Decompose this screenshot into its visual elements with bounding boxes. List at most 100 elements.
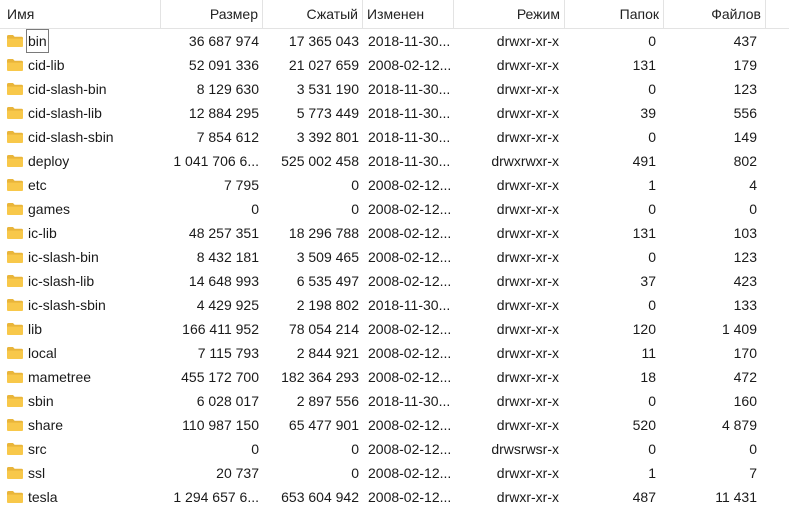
file-file-count: 11 431 (715, 489, 757, 505)
file-compressed-size: 3 531 190 (296, 81, 359, 97)
file-name-cell[interactable]: cid-slash-bin (0, 77, 161, 101)
file-mode: drwxr-xr-x (496, 417, 559, 433)
file-name-cell[interactable]: src (0, 437, 161, 461)
file-name-cell[interactable]: ic-lib (0, 221, 161, 245)
file-name: mametree (28, 369, 92, 385)
file-name-cell[interactable]: deploy (0, 149, 161, 173)
column-header-modified[interactable]: Изменен (363, 0, 454, 28)
table-row[interactable]: tesla 1 294 657 6... 653 604 942 2008-02-12… (0, 485, 789, 509)
file-folder-count: 131 (632, 225, 656, 241)
file-size: 8 432 181 (196, 249, 259, 265)
folder-icon (7, 59, 23, 71)
folder-icon (7, 491, 23, 503)
file-compressed-size: 5 773 449 (296, 105, 359, 121)
file-folder-count: 0 (648, 297, 656, 313)
file-mode: drwxr-xr-x (496, 177, 559, 193)
file-modified: 2008-02-12... (368, 417, 452, 433)
column-header-mode[interactable]: Режим (454, 0, 565, 28)
file-folder-count: 0 (648, 249, 656, 265)
column-header-name[interactable]: Имя (0, 0, 161, 28)
file-name-cell[interactable]: games (0, 197, 161, 221)
file-file-count: 802 (733, 153, 757, 169)
table-row[interactable]: cid-slash-sbin 7 854 612 3 392 801 2018-11-… (0, 125, 789, 149)
file-name-cell[interactable]: ic-slash-lib (0, 269, 161, 293)
file-file-count: 179 (733, 57, 757, 73)
table-row[interactable]: ic-lib 48 257 351 18 296 788 2008-02-12... d… (0, 221, 789, 245)
folder-icon (7, 371, 23, 383)
file-compressed-size: 2 897 556 (296, 393, 359, 409)
file-file-count: 556 (733, 105, 757, 121)
file-mode: drwxr-xr-x (496, 273, 559, 289)
file-compressed-size: 2 198 802 (296, 297, 359, 313)
table-row[interactable]: lib 166 411 952 78 054 214 2008-02-12... drw… (0, 317, 789, 341)
file-modified: 2018-11-30... (368, 129, 451, 145)
file-name-cell[interactable]: ssl (0, 461, 161, 485)
file-compressed-size: 0 (351, 441, 359, 457)
file-modified: 2018-11-30... (368, 33, 451, 49)
file-modified: 2008-02-12... (368, 465, 452, 481)
table-row[interactable]: etc 7 795 0 2008-02-12... drwxr-xr-x 1 4 (0, 173, 789, 197)
column-header-files[interactable]: Файлов (664, 0, 766, 28)
table-row[interactable]: ic-slash-sbin 4 429 925 2 198 802 2018-11-3… (0, 293, 789, 317)
table-row[interactable]: local 7 115 793 2 844 921 2008-02-12... drwx… (0, 341, 789, 365)
column-header-compressed[interactable]: Сжатый (263, 0, 363, 28)
table-row[interactable]: cid-slash-lib 12 884 295 5 773 449 2018-11-… (0, 101, 789, 125)
file-name-cell[interactable]: tesla (0, 485, 161, 509)
file-folder-count: 39 (640, 105, 656, 121)
file-file-count: 4 879 (721, 417, 757, 433)
table-row[interactable]: ic-slash-bin 8 432 181 3 509 465 2008-02-12… (0, 245, 789, 269)
table-row[interactable]: ic-slash-lib 14 648 993 6 535 497 2008-02-1… (0, 269, 789, 293)
file-name-cell[interactable]: cid-slash-lib (0, 101, 161, 125)
file-size: 7 795 (223, 177, 259, 193)
file-name: etc (28, 177, 47, 193)
table-row[interactable]: sbin 6 028 017 2 897 556 2018-11-30... drwxr… (0, 389, 789, 413)
file-mode: drwxr-xr-x (496, 201, 559, 217)
table-row[interactable]: cid-lib 52 091 336 21 027 659 2008-02-12...… (0, 53, 789, 77)
file-size: 8 129 630 (196, 81, 259, 97)
table-row[interactable]: games 0 0 2008-02-12... drwxr-xr-x 0 0 (0, 197, 789, 221)
folder-icon (7, 275, 23, 287)
file-folder-count: 131 (632, 57, 656, 73)
file-modified: 2008-02-12... (368, 57, 452, 73)
file-size: 52 091 336 (188, 57, 259, 73)
file-file-count: 4 (749, 177, 757, 193)
file-folder-count: 120 (632, 321, 656, 337)
file-folder-count: 491 (632, 153, 656, 169)
file-name-cell[interactable]: cid-lib (0, 53, 161, 77)
file-compressed-size: 6 535 497 (296, 273, 359, 289)
file-folder-count: 520 (632, 417, 656, 433)
file-folder-count: 0 (648, 393, 656, 409)
file-name-cell[interactable]: bin (0, 29, 161, 53)
file-name-cell[interactable]: mametree (0, 365, 161, 389)
file-name-cell[interactable]: share (0, 413, 161, 437)
table-row[interactable]: mametree 455 172 700 182 364 293 2008-02-12… (0, 365, 789, 389)
table-row[interactable]: ssl 20 737 0 2008-02-12... drwxr-xr-x 1 7 (0, 461, 789, 485)
file-name-cell[interactable]: sbin (0, 389, 161, 413)
file-folder-count: 11 (641, 345, 656, 361)
file-mode: drwxr-xr-x (496, 489, 559, 505)
table-row[interactable]: bin 36 687 974 17 365 043 2018-11-30... drwx… (0, 29, 789, 53)
column-header-size[interactable]: Размер (161, 0, 263, 28)
file-mode: drwxr-xr-x (496, 249, 559, 265)
file-name-cell[interactable]: cid-slash-sbin (0, 125, 161, 149)
folder-icon (7, 203, 23, 215)
file-modified: 2008-02-12... (368, 225, 452, 241)
file-name-cell[interactable]: lib (0, 317, 161, 341)
table-row[interactable]: cid-slash-bin 8 129 630 3 531 190 2018-11-3… (0, 77, 789, 101)
file-compressed-size: 0 (351, 465, 359, 481)
file-compressed-size: 21 027 659 (288, 57, 359, 73)
file-name-cell[interactable]: ic-slash-bin (0, 245, 161, 269)
file-size: 12 884 295 (188, 105, 259, 121)
table-row[interactable]: share 110 987 150 65 477 901 2008-02-12... d… (0, 413, 789, 437)
column-header-folders[interactable]: Папок (565, 0, 664, 28)
file-size: 20 737 (216, 465, 259, 481)
file-name-cell[interactable]: local (0, 341, 161, 365)
file-folder-count: 1 (648, 465, 656, 481)
file-name-cell[interactable]: etc (0, 173, 161, 197)
file-name-cell[interactable]: ic-slash-sbin (0, 293, 161, 317)
folder-icon (7, 227, 23, 239)
table-row[interactable]: src 0 0 2008-02-12... drwsrwsr-x 0 0 (0, 437, 789, 461)
table-row[interactable]: deploy 1 041 706 6... 525 002 458 2018-11-3… (0, 149, 789, 173)
file-modified: 2008-02-12... (368, 321, 452, 337)
file-mode: drwxr-xr-x (496, 465, 559, 481)
